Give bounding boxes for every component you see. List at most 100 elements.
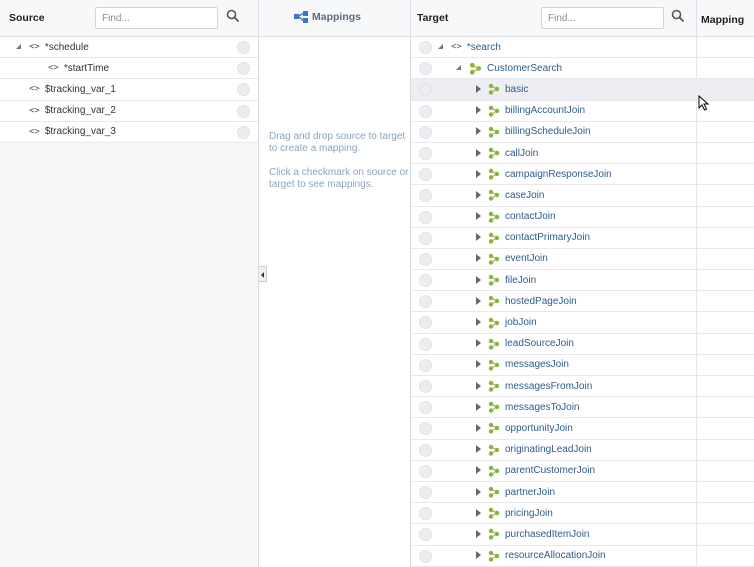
target-tree-row[interactable]: messagesToJoin — [411, 397, 754, 419]
target-tree-row[interactable]: pricingJoin — [411, 503, 754, 525]
target-item-label: CustomerSearch — [487, 62, 563, 74]
expand-toggle-icon[interactable] — [474, 233, 483, 242]
map-status-indicator[interactable] — [419, 528, 432, 542]
map-status-indicator[interactable] — [419, 41, 432, 54]
map-status-indicator[interactable] — [419, 358, 432, 372]
expand-toggle-icon[interactable] — [474, 84, 483, 94]
map-status-indicator[interactable] — [419, 380, 432, 393]
target-tree-row[interactable]: opportunityJoin — [411, 418, 754, 440]
target-tree-row[interactable]: callJoin — [411, 143, 754, 165]
expand-toggle-icon[interactable] — [474, 360, 483, 369]
expand-toggle-icon[interactable] — [474, 381, 483, 391]
map-status-indicator[interactable] — [419, 316, 432, 330]
mapping-column-header: Mapping — [696, 0, 754, 37]
target-tree-row[interactable]: messagesJoin — [411, 355, 754, 376]
expand-toggle-icon[interactable] — [455, 64, 464, 73]
target-tree-row[interactable]: billingAccountJoin — [411, 101, 754, 122]
expand-toggle-icon[interactable] — [474, 275, 483, 285]
map-status-indicator[interactable] — [419, 231, 432, 245]
map-status-indicator[interactable] — [419, 295, 432, 309]
target-tree-row[interactable]: contactPrimaryJoin — [411, 228, 754, 249]
expand-toggle-icon[interactable] — [437, 43, 446, 52]
expand-toggle-icon[interactable] — [474, 318, 483, 327]
target-tree-row[interactable]: basic — [411, 79, 754, 101]
target-tree-row[interactable]: parentCustomerJoin — [411, 461, 754, 482]
expand-toggle-icon[interactable] — [474, 212, 483, 221]
expand-toggle-icon[interactable] — [474, 529, 483, 539]
map-status-indicator[interactable] — [419, 422, 432, 436]
target-tree-row[interactable]: campaignResponseJoin — [411, 164, 754, 186]
map-status-indicator[interactable] — [419, 464, 432, 478]
expand-toggle-icon[interactable] — [474, 296, 483, 306]
search-icon[interactable] — [671, 9, 689, 27]
target-tree-row[interactable]: messagesFromJoin — [411, 376, 754, 398]
complex-element-icon — [488, 444, 500, 456]
complex-element-icon — [488, 338, 500, 350]
target-tree-row[interactable]: hostedPageJoin — [411, 291, 754, 313]
expand-toggle-icon[interactable] — [474, 402, 483, 412]
expand-toggle-icon[interactable] — [474, 487, 483, 497]
map-status-indicator[interactable] — [419, 252, 432, 266]
source-tree-row[interactable]: <> $tracking_var_3 — [0, 121, 258, 143]
collapse-handle[interactable] — [259, 266, 267, 282]
target-tree-row[interactable]: originatingLeadJoin — [411, 440, 754, 461]
map-status-indicator[interactable] — [419, 485, 432, 499]
expand-toggle-icon[interactable] — [474, 423, 483, 433]
target-tree-row[interactable]: CustomerSearch — [411, 58, 754, 80]
expand-toggle-icon[interactable] — [474, 508, 483, 518]
target-search-input[interactable] — [541, 7, 664, 29]
map-status-indicator[interactable] — [237, 104, 250, 118]
map-status-indicator[interactable] — [419, 125, 432, 139]
map-status-indicator[interactable] — [419, 401, 432, 415]
complex-element-icon — [488, 84, 500, 96]
map-status-indicator[interactable] — [419, 337, 432, 351]
map-status-indicator[interactable] — [419, 443, 432, 457]
target-tree-row[interactable]: eventJoin — [411, 249, 754, 271]
map-status-indicator[interactable] — [419, 62, 432, 76]
source-tree-row[interactable]: <> *schedule — [0, 37, 258, 59]
map-status-indicator[interactable] — [419, 210, 432, 224]
map-status-indicator[interactable] — [237, 125, 250, 139]
target-tree-row[interactable]: purchasedItemJoin — [411, 524, 754, 546]
map-status-indicator[interactable] — [419, 83, 432, 97]
expand-toggle-icon[interactable] — [15, 43, 24, 52]
expand-toggle-icon[interactable] — [474, 169, 483, 179]
source-search-input[interactable] — [95, 7, 218, 29]
expand-toggle-icon[interactable] — [474, 254, 483, 263]
expand-toggle-icon[interactable] — [474, 106, 483, 115]
expand-toggle-icon[interactable] — [474, 466, 483, 475]
target-tree-row[interactable]: caseJoin — [411, 185, 754, 207]
target-tree-row[interactable]: <> *search — [411, 37, 754, 59]
map-status-indicator[interactable] — [237, 62, 250, 76]
map-status-indicator[interactable] — [419, 507, 432, 521]
map-status-indicator[interactable] — [237, 41, 250, 54]
map-status-indicator[interactable] — [419, 549, 432, 563]
complex-element-icon — [488, 296, 500, 308]
expand-toggle-icon[interactable] — [474, 551, 483, 560]
target-tree-row[interactable]: leadSourceJoin — [411, 334, 754, 355]
target-tree-row[interactable]: fileJoin — [411, 270, 754, 292]
element-icon: <> — [48, 63, 59, 74]
mappings-title: Mappings — [312, 11, 361, 23]
target-tree-row[interactable]: billingScheduleJoin — [411, 122, 754, 143]
source-tree-row[interactable]: <> $tracking_var_1 — [0, 79, 258, 101]
map-status-indicator[interactable] — [419, 146, 432, 160]
source-tree-row[interactable]: <> *startTime — [0, 58, 258, 80]
expand-toggle-icon[interactable] — [474, 148, 483, 158]
expand-toggle-icon[interactable] — [474, 339, 483, 348]
map-status-indicator[interactable] — [419, 168, 432, 182]
source-tree-row[interactable]: <> $tracking_var_2 — [0, 100, 258, 122]
map-status-indicator[interactable] — [237, 83, 250, 97]
expand-toggle-icon[interactable] — [474, 127, 483, 136]
expand-toggle-icon[interactable] — [474, 190, 483, 200]
element-icon: <> — [29, 105, 40, 116]
target-tree-row[interactable]: jobJoin — [411, 312, 754, 334]
expand-toggle-icon[interactable] — [474, 445, 483, 454]
map-status-indicator[interactable] — [419, 274, 432, 288]
target-tree-row[interactable]: resourceAllocationJoin — [411, 546, 754, 567]
search-icon[interactable] — [226, 9, 244, 27]
target-tree-row[interactable]: partnerJoin — [411, 482, 754, 504]
map-status-indicator[interactable] — [419, 104, 432, 118]
target-tree-row[interactable]: contactJoin — [411, 207, 754, 228]
map-status-indicator[interactable] — [419, 189, 432, 203]
